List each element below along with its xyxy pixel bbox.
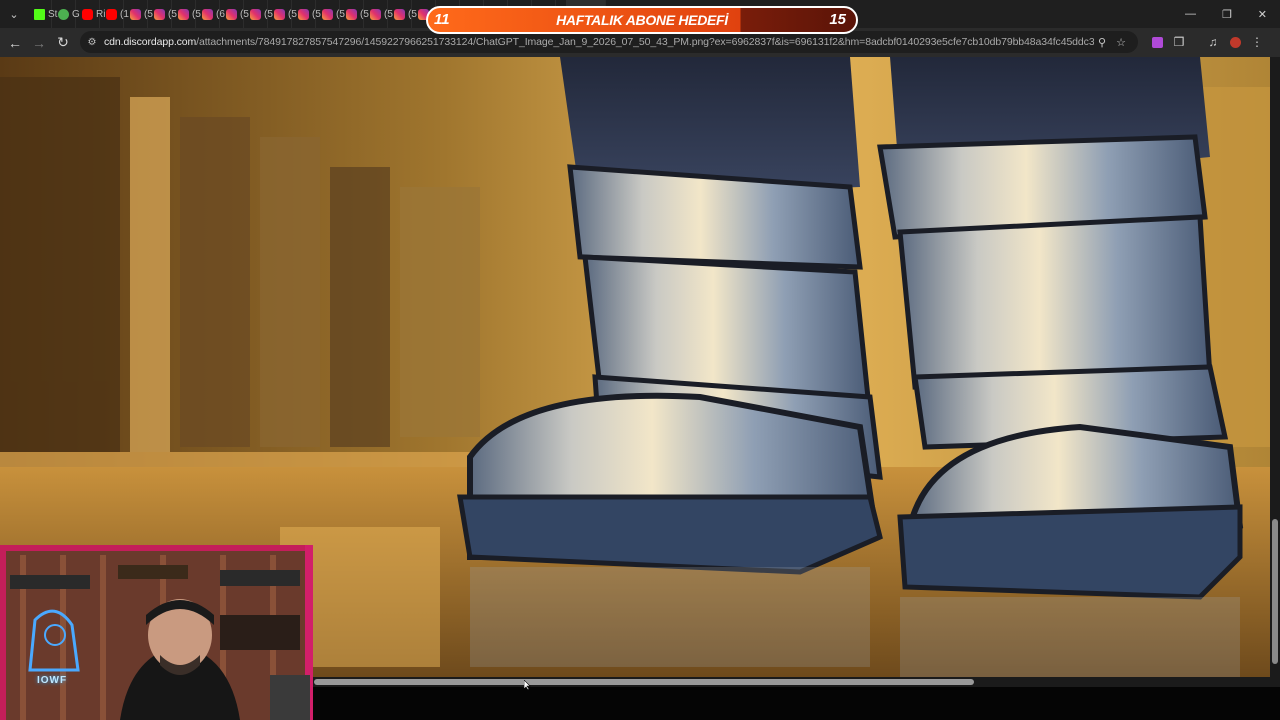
profile-avatar-icon[interactable]: [1224, 31, 1246, 53]
green-circle-icon: [58, 8, 69, 20]
browser-tab[interactable]: Ri: [76, 0, 105, 28]
instagram-icon: [130, 8, 141, 20]
instagram-icon: [370, 8, 381, 20]
browser-tab[interactable]: (6: [196, 0, 225, 28]
browser-tab[interactable]: (5: [340, 0, 369, 28]
vertical-scrollbar[interactable]: [1270, 57, 1280, 677]
subscriber-goal-overlay: 11 HAFTALIK ABONE HEDEFİ 15: [426, 6, 858, 34]
scrollbar-corner: [1270, 677, 1280, 687]
browser-tab[interactable]: (5: [220, 0, 249, 28]
instagram-icon: [154, 8, 165, 20]
webcam-logo-text: IOWF: [37, 675, 68, 686]
youtube-icon: [106, 8, 117, 20]
browser-tab[interactable]: St: [28, 0, 57, 28]
browser-tab[interactable]: (5: [364, 0, 393, 28]
instagram-icon: [346, 8, 357, 20]
kick-icon: [34, 8, 45, 20]
instagram-icon: [298, 8, 309, 20]
reload-icon[interactable]: ↻: [51, 34, 75, 51]
webcam-overlay: [0, 545, 313, 720]
restore-icon[interactable]: ❐: [1222, 8, 1232, 21]
zoom-icon[interactable]: ⚲: [1098, 36, 1106, 49]
browser-tab[interactable]: (1: [100, 0, 129, 28]
url-host: cdn.discordapp.com: [104, 36, 197, 48]
forward-icon[interactable]: →: [27, 35, 51, 51]
instagram-icon: [202, 8, 213, 20]
browser-tab[interactable]: (5: [316, 0, 345, 28]
browser-tab[interactable]: (5: [148, 0, 177, 28]
extensions-area: ❒ ♫ ⋮: [1146, 31, 1268, 53]
browser-tab[interactable]: (5: [244, 0, 273, 28]
instagram-icon: [250, 8, 261, 20]
browser-tab[interactable]: G: [52, 0, 80, 28]
site-info-icon[interactable]: ⚙: [80, 37, 104, 48]
address-bar[interactable]: ⚙ cdn.discordapp.com/attachments/7849178…: [80, 31, 1138, 53]
browser-tab[interactable]: (5: [124, 0, 153, 28]
close-window-icon[interactable]: ✕: [1258, 8, 1267, 21]
minimize-icon[interactable]: —: [1185, 8, 1196, 21]
extensions-puzzle-icon[interactable]: ❒: [1168, 31, 1190, 53]
menu-kebab-icon[interactable]: ⋮: [1246, 31, 1268, 53]
vertical-scroll-thumb[interactable]: [1272, 519, 1278, 664]
media-control-icon[interactable]: ♫: [1202, 31, 1224, 53]
instagram-icon: [322, 8, 333, 20]
window-controls: — ❐ ✕: [1172, 8, 1280, 21]
instagram-icon: [226, 8, 237, 20]
goal-label: HAFTALIK ABONE HEDEFİ: [556, 12, 728, 28]
instagram-icon: [394, 8, 405, 20]
url-path: /attachments/784917827857547296/14592279…: [196, 36, 1094, 48]
tab-search-chevron-icon[interactable]: ⌄: [0, 0, 28, 28]
webcam-image: [0, 545, 313, 720]
browser-tab[interactable]: (5: [292, 0, 321, 28]
horizontal-scroll-thumb[interactable]: [314, 679, 974, 685]
instagram-icon: [274, 8, 285, 20]
youtube-icon: [82, 8, 93, 20]
bookmark-star-icon[interactable]: ☆: [1116, 36, 1126, 49]
goal-target-number: 15: [829, 11, 846, 28]
mouse-cursor-icon: [524, 680, 531, 690]
url-text[interactable]: cdn.discordapp.com/attachments/784917827…: [104, 36, 1094, 48]
back-icon[interactable]: ←: [3, 35, 27, 51]
extension-purple-icon[interactable]: [1146, 31, 1168, 53]
instagram-icon: [178, 8, 189, 20]
browser-tab[interactable]: (5: [388, 0, 417, 28]
browser-tab[interactable]: (5: [268, 0, 297, 28]
browser-tab[interactable]: (5: [172, 0, 201, 28]
